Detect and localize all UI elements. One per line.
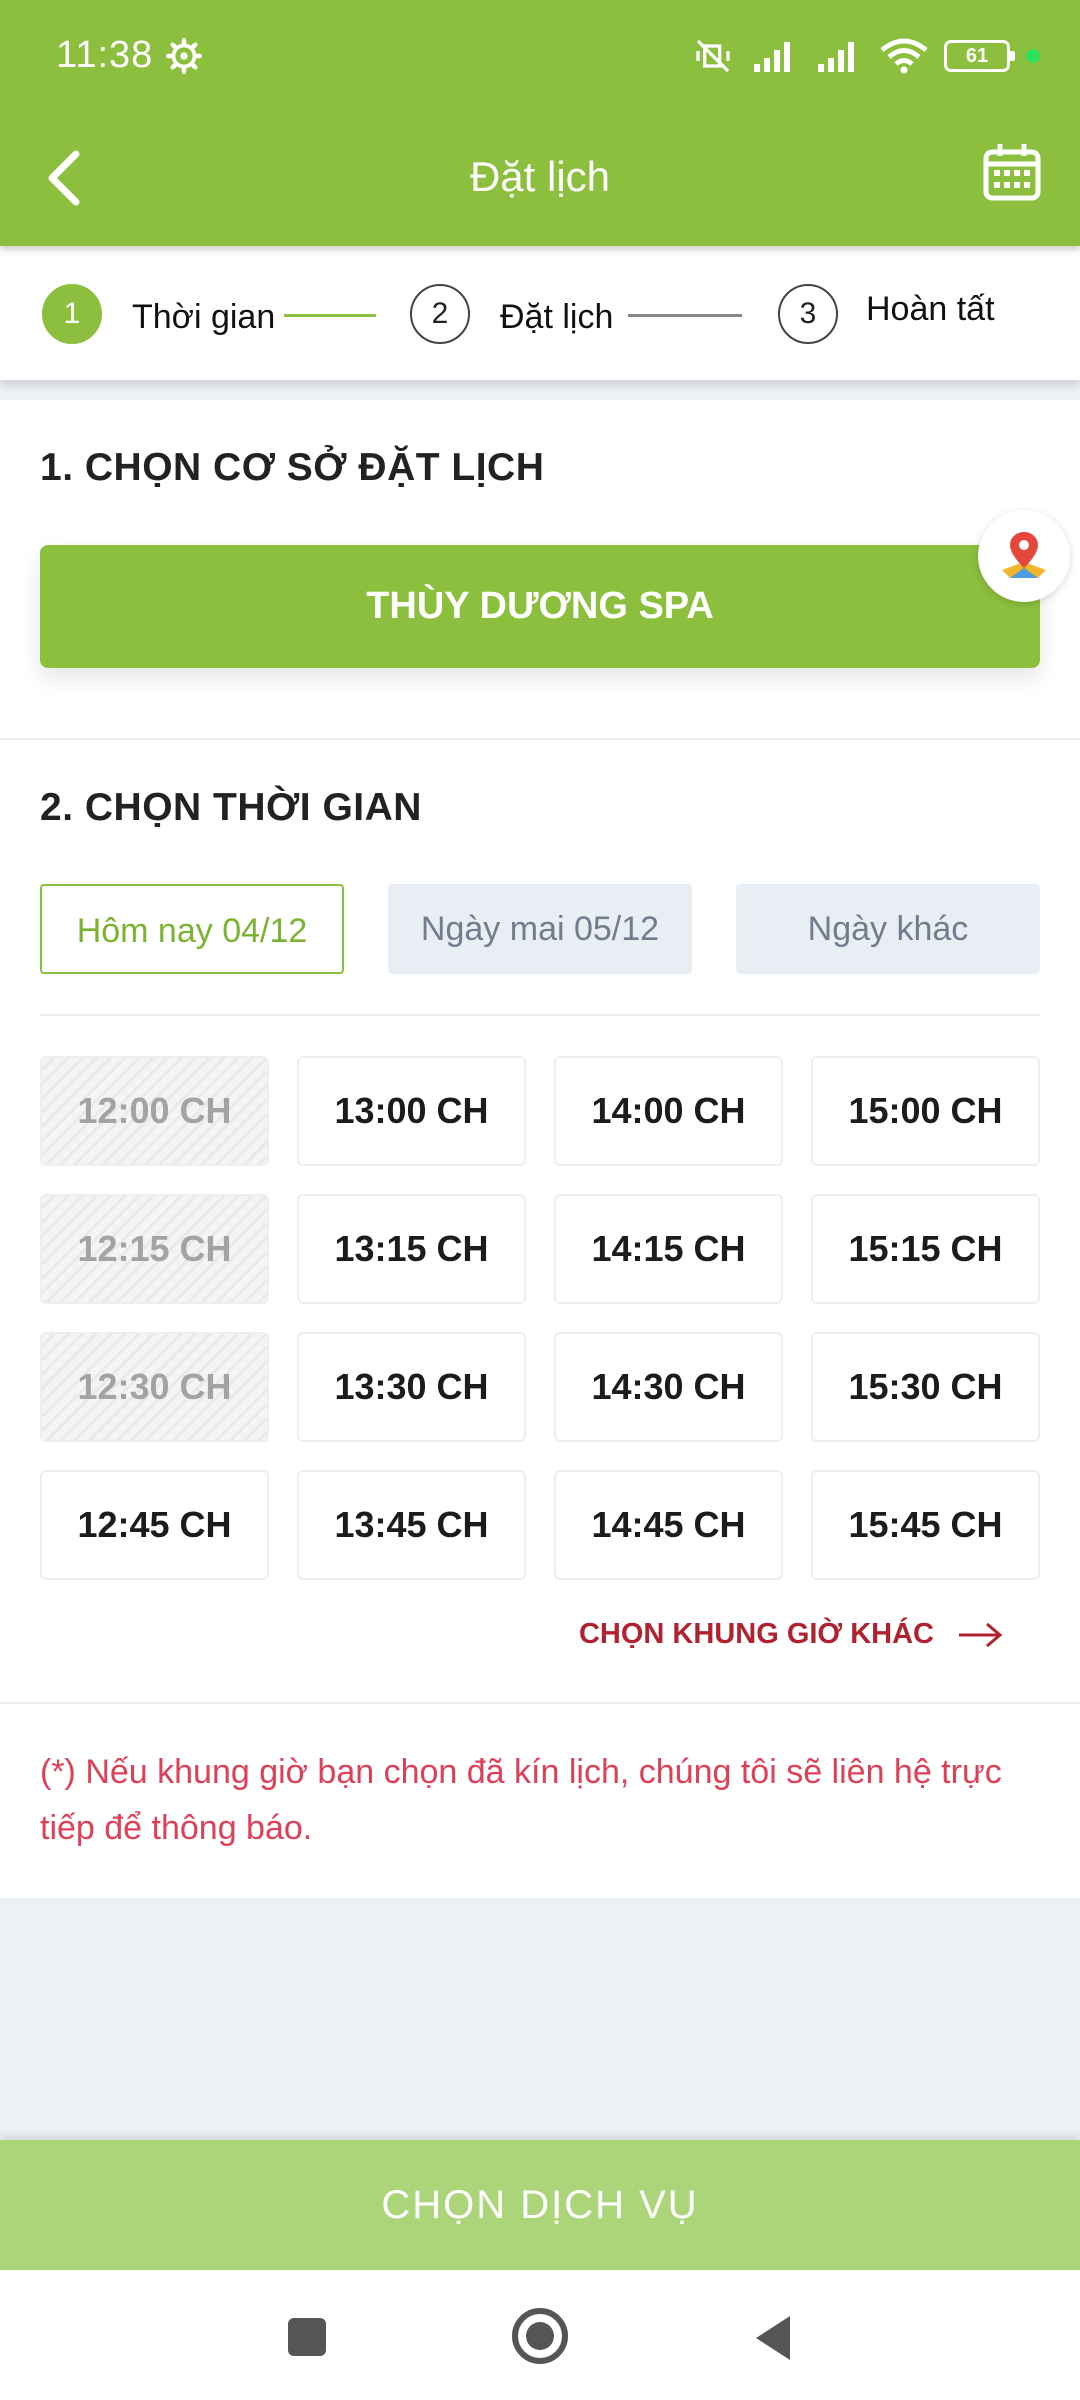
signal-1-icon: [754, 42, 790, 72]
date-tab-tomorrow[interactable]: Ngày mai 05/12: [388, 884, 692, 974]
recent-apps-icon[interactable]: [288, 2318, 326, 2356]
step-3-circle: 3: [778, 284, 838, 344]
time-slot-disabled: 12:15 CH: [40, 1194, 269, 1304]
time-slot[interactable]: 15:30 CH: [811, 1332, 1040, 1442]
time-slot[interactable]: 14:00 CH: [554, 1056, 783, 1166]
time-section: 2. CHỌN THỜI GIAN Hôm nay 04/12 Ngày mai…: [0, 740, 1080, 1898]
page-title: Đặt lịch: [469, 153, 611, 200]
wifi-icon: [880, 38, 928, 74]
nav-back-icon[interactable]: [752, 2314, 792, 2362]
location-section-title: 1. CHỌN CƠ SỞ ĐẶT LỊCH: [40, 446, 545, 489]
step-2-label: Đặt lịch: [500, 298, 614, 336]
time-slot[interactable]: 12:45 CH: [40, 1470, 269, 1580]
spa-select-button[interactable]: THÙY DƯƠNG SPA: [40, 545, 1040, 668]
step-1-label: Thời gian: [132, 298, 276, 336]
more-time-slots-link[interactable]: CHỌN KHUNG GIỜ KHÁC: [579, 1618, 1004, 1651]
time-slot[interactable]: 15:00 CH: [811, 1056, 1040, 1166]
status-icons: 61: [690, 36, 1040, 76]
choose-service-button[interactable]: CHỌN DỊCH VỤ: [0, 2140, 1080, 2270]
time-slot[interactable]: 14:30 CH: [554, 1332, 783, 1442]
note-divider: [0, 1702, 1080, 1704]
settings-gear-icon: [166, 38, 202, 74]
vibrate-off-icon: [696, 39, 730, 73]
privacy-indicator-dot: [1026, 49, 1040, 63]
date-tab-other[interactable]: Ngày khác: [736, 884, 1040, 974]
map-pin-button[interactable]: [978, 510, 1070, 602]
booking-note: (*) Nếu khung giờ bạn chọn đã kín lịch, …: [40, 1753, 1002, 1847]
status-bar: 11:38 61: [0, 0, 1080, 118]
home-icon[interactable]: [512, 2308, 568, 2364]
calendar-icon[interactable]: [980, 140, 1044, 204]
time-slot[interactable]: 13:15 CH: [297, 1194, 526, 1304]
more-time-slots-label: CHỌN KHUNG GIỜ KHÁC: [578, 1618, 934, 1650]
booking-stepper: 1 Thời gian 2 Đặt lịch 3 Hoàn tất: [0, 246, 1080, 380]
battery-level: 61: [965, 45, 989, 67]
status-time: 11:38: [56, 34, 154, 76]
time-section-title: 2. CHỌN THỜI GIAN: [40, 786, 422, 829]
map-pin-icon: [1002, 532, 1046, 578]
step-connector-1: [284, 314, 376, 317]
arrow-right-icon: [959, 1622, 1003, 1647]
step-connector-2: [628, 314, 742, 317]
section-divider: [40, 1014, 1040, 1016]
location-section: 1. CHỌN CƠ SỞ ĐẶT LỊCH THÙY DƯƠNG SPA: [0, 400, 1080, 738]
time-slot[interactable]: 14:15 CH: [554, 1194, 783, 1304]
time-slot[interactable]: 13:30 CH: [297, 1332, 526, 1442]
step-2-circle: 2: [410, 284, 470, 344]
date-tab-today[interactable]: Hôm nay 04/12: [40, 884, 344, 974]
battery-icon: 61: [944, 40, 1015, 72]
time-slot-disabled: 12:00 CH: [40, 1056, 269, 1166]
time-slot[interactable]: 15:15 CH: [811, 1194, 1040, 1304]
time-slot[interactable]: 15:45 CH: [811, 1470, 1040, 1580]
step-3-label: Hoàn tất: [866, 290, 995, 328]
system-nav-bar: [0, 2270, 1080, 2400]
time-slot[interactable]: 14:45 CH: [554, 1470, 783, 1580]
signal-2-icon: [818, 42, 854, 72]
time-slot-disabled: 12:30 CH: [40, 1332, 269, 1442]
time-slot[interactable]: 13:00 CH: [297, 1056, 526, 1166]
app-bar: Đặt lịch: [0, 118, 1080, 246]
time-slot[interactable]: 13:45 CH: [297, 1470, 526, 1580]
step-1-circle: 1: [42, 284, 102, 344]
